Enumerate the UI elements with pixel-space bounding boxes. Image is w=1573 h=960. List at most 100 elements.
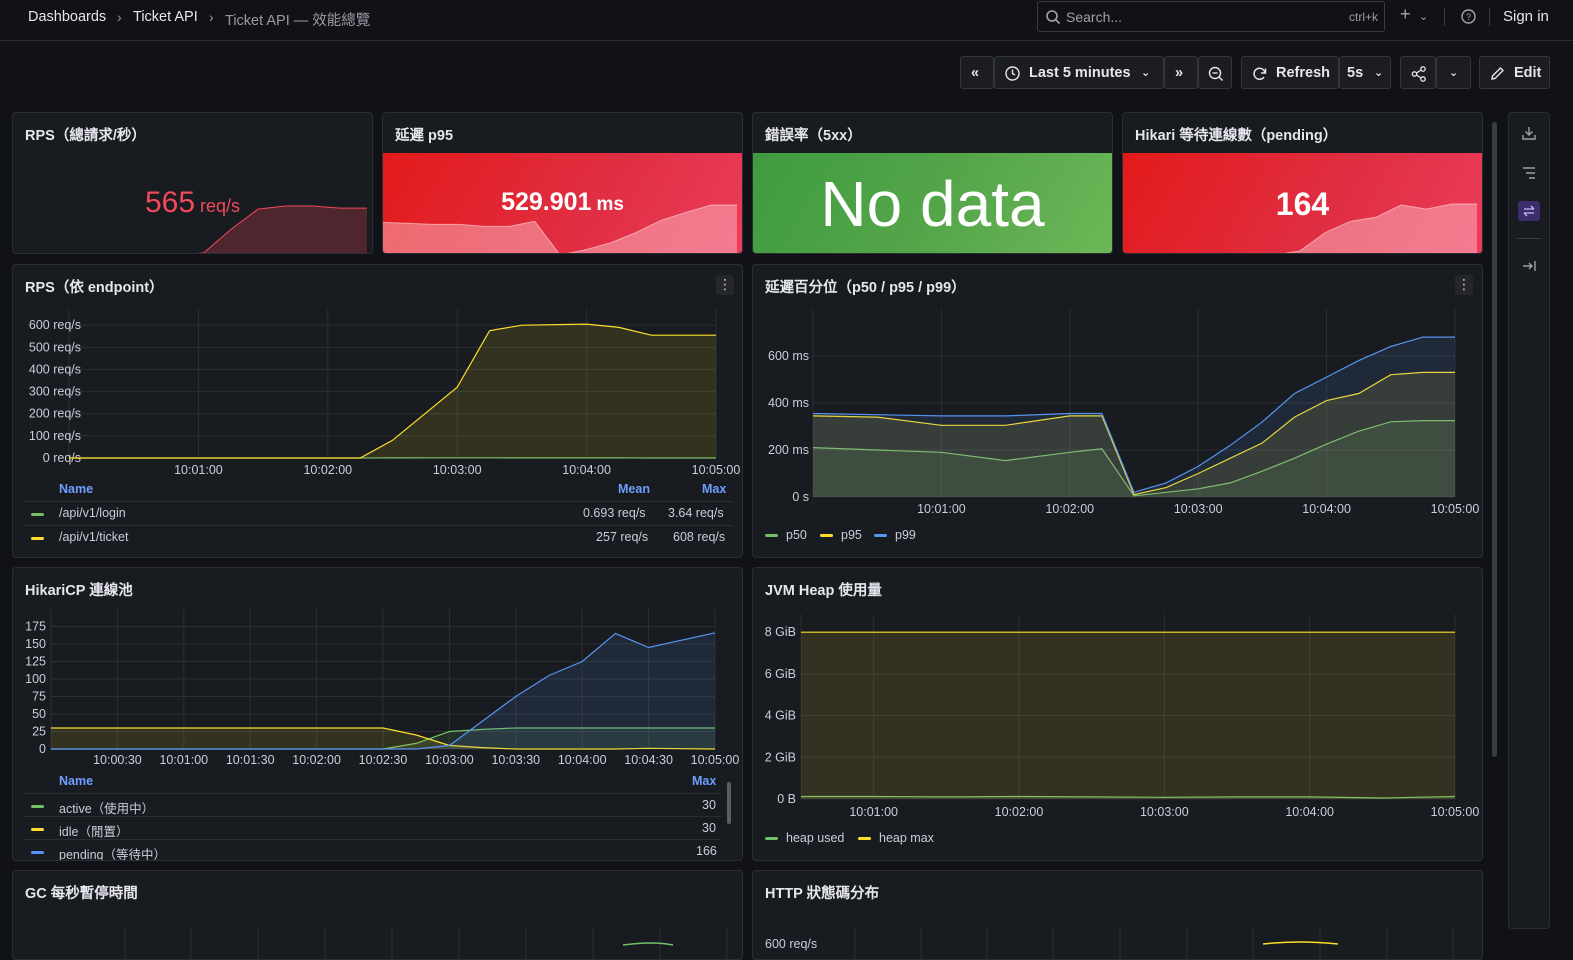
y-tick-label: 500 req/s — [29, 340, 81, 354]
legend-item-p50[interactable]: p50 — [765, 528, 807, 542]
y-tick-label: 6 GiB — [765, 667, 796, 681]
panel-rps-by-endpoint[interactable]: RPS（依 endpoint） ⋮ 0 req/s100 req/s200 re… — [12, 264, 743, 558]
legend-swatch — [765, 837, 778, 840]
x-tick-label: 10:03:00 — [433, 463, 482, 477]
x-tick-label: 10:01:00 — [849, 805, 898, 819]
panel-latency-percentiles[interactable]: 延遲百分位（p50 / p95 / p99） ⋮ 0 s200 ms400 ms… — [752, 264, 1483, 558]
x-tick-label: 10:04:00 — [562, 463, 611, 477]
heap-timeseries-chart[interactable]: 0 B2 GiB4 GiB6 GiB8 GiB10:01:0010:02:001… — [753, 568, 1483, 861]
stat-value: 164 — [1123, 186, 1482, 223]
stat-value: No data — [753, 167, 1112, 241]
breadcrumb-current: Ticket API — 效能總覽 — [225, 9, 370, 30]
refresh-interval-value: 5s — [1347, 65, 1363, 81]
y-tick-label: 300 req/s — [29, 385, 81, 399]
panel-hikaricp[interactable]: HikariCP 連線池 025507510012515017510:00:30… — [12, 567, 743, 861]
y-tick-label: 600 ms — [768, 349, 809, 363]
y-tick-label: 100 req/s — [29, 429, 81, 443]
legend-row[interactable]: active（使用中） 30 — [23, 793, 721, 817]
x-tick-label: 10:02:00 — [303, 463, 352, 477]
edit-button[interactable]: Edit — [1479, 56, 1550, 89]
legend-row[interactable]: idle（閒置） 30 — [23, 816, 721, 840]
legend-name: /api/v1/ticket — [59, 530, 128, 544]
legend-name: pending（等待中） — [59, 844, 166, 861]
y-tick-label: 100 — [25, 672, 46, 686]
sign-in-link[interactable]: Sign in — [1503, 8, 1549, 25]
x-tick-label: 10:05:00 — [692, 463, 741, 477]
breadcrumb-folder[interactable]: Ticket API — [133, 9, 198, 25]
y-tick-label: 2 GiB — [765, 750, 796, 764]
legend-col-name[interactable]: Name — [59, 482, 93, 496]
help-circle-icon[interactable]: ? — [1461, 9, 1476, 24]
y-tick-label: 50 — [32, 707, 46, 721]
stat-unit: ms — [596, 194, 623, 215]
panel-jvm-heap[interactable]: JVM Heap 使用量 0 B2 GiB4 GiB6 GiB8 GiB10:0… — [752, 567, 1483, 861]
time-shift-back-button[interactable]: « — [960, 56, 994, 89]
chevron-down-icon: ⌄ — [1141, 66, 1150, 79]
clock-icon — [1005, 66, 1020, 81]
zoom-out-button[interactable] — [1198, 56, 1232, 89]
latency-timeseries-chart[interactable]: 0 s200 ms400 ms600 ms10:01:0010:02:0010:… — [753, 265, 1483, 558]
y-tick-label: 0 s — [792, 490, 809, 504]
legend-col-max[interactable]: Max — [702, 482, 726, 496]
legend-row[interactable]: pending（等待中） 166 — [23, 839, 721, 861]
toggle-sidebar-active[interactable] — [1518, 201, 1540, 221]
stat-panel-hikari-pending[interactable]: Hikari 等待連線數（pending） 164 — [1122, 112, 1483, 254]
time-picker-button[interactable]: Last 5 minutes ⌄ — [994, 56, 1164, 89]
page-scrollbar[interactable] — [1491, 112, 1499, 942]
collapse-right-icon[interactable] — [1519, 256, 1539, 276]
legend-col-max[interactable]: Max — [692, 774, 716, 788]
x-tick-label: 10:05:00 — [1431, 805, 1480, 819]
refresh-label: Refresh — [1276, 65, 1330, 81]
download-icon[interactable] — [1519, 123, 1539, 143]
series-area — [801, 632, 1455, 799]
stat-panel-rps-total[interactable]: RPS（總請求/秒） 565req/s — [12, 112, 373, 254]
legend-col-mean[interactable]: Mean — [618, 482, 650, 496]
x-tick-label: 10:01:00 — [917, 502, 966, 516]
stat-area: 164 — [1123, 153, 1482, 254]
legend-col-name[interactable]: Name — [59, 774, 93, 788]
plus-icon[interactable]: + — [1400, 4, 1411, 25]
x-tick-label: 10:02:30 — [359, 753, 408, 767]
legend-row[interactable]: /api/v1/ticket 257 req/s 608 req/s — [23, 525, 733, 549]
y-tick-label: 0 B — [777, 792, 796, 806]
search-icon — [1046, 10, 1060, 24]
outline-list-icon[interactable] — [1519, 163, 1539, 183]
time-shift-forward-button[interactable]: » — [1164, 56, 1198, 89]
refresh-interval-picker[interactable]: 5s ⌄ — [1339, 56, 1391, 89]
share-icon — [1411, 66, 1427, 82]
legend-row[interactable]: /api/v1/login 0.693 req/s 3.64 req/s — [23, 501, 733, 525]
legend-item-p95[interactable]: p95 — [820, 528, 862, 542]
legend-label: p50 — [786, 528, 807, 542]
share-menu-button[interactable]: ⌄ — [1436, 56, 1471, 89]
stat-area: 529.901ms — [383, 153, 742, 254]
legend-label: heap used — [786, 831, 844, 845]
legend-label: heap max — [879, 831, 934, 845]
stat-area: No data — [753, 153, 1112, 254]
y-tick-label: 75 — [32, 690, 46, 704]
legend-swatch — [31, 828, 44, 831]
refresh-button[interactable]: Refresh — [1241, 56, 1339, 89]
scrollbar-thumb[interactable] — [1492, 122, 1497, 757]
legend-name: idle（閒置） — [59, 821, 128, 840]
y-tick-label: 0 — [39, 742, 46, 756]
stat-panel-latency-p95[interactable]: 延遲 p95 529.901ms — [382, 112, 743, 254]
x-tick-label: 10:02:00 — [1045, 502, 1094, 516]
x-tick-label: 10:01:00 — [159, 753, 208, 767]
legend-scrollbar[interactable] — [727, 774, 733, 858]
stat-area: 565req/s — [13, 153, 372, 254]
legend-item-p99[interactable]: p99 — [874, 528, 916, 542]
legend-item-heap-used[interactable]: heap used — [765, 831, 844, 845]
stat-panel-error-rate[interactable]: 錯誤率（5xx） No data — [752, 112, 1113, 254]
y-tick-label: 600 req/s — [29, 318, 81, 332]
scrollbar-thumb[interactable] — [727, 782, 731, 824]
legend-name: /api/v1/login — [59, 506, 126, 520]
breadcrumb-dashboards[interactable]: Dashboards — [28, 9, 106, 25]
search-input[interactable]: Search... ctrl+k — [1037, 1, 1385, 32]
legend-label: p95 — [841, 528, 862, 542]
share-button[interactable] — [1400, 56, 1436, 89]
stat-value: 565 — [145, 186, 195, 219]
legend-swatch — [820, 534, 833, 537]
refresh-icon — [1252, 66, 1268, 82]
chevron-down-icon[interactable]: ⌄ — [1419, 10, 1428, 23]
legend-item-heap-max[interactable]: heap max — [858, 831, 934, 845]
